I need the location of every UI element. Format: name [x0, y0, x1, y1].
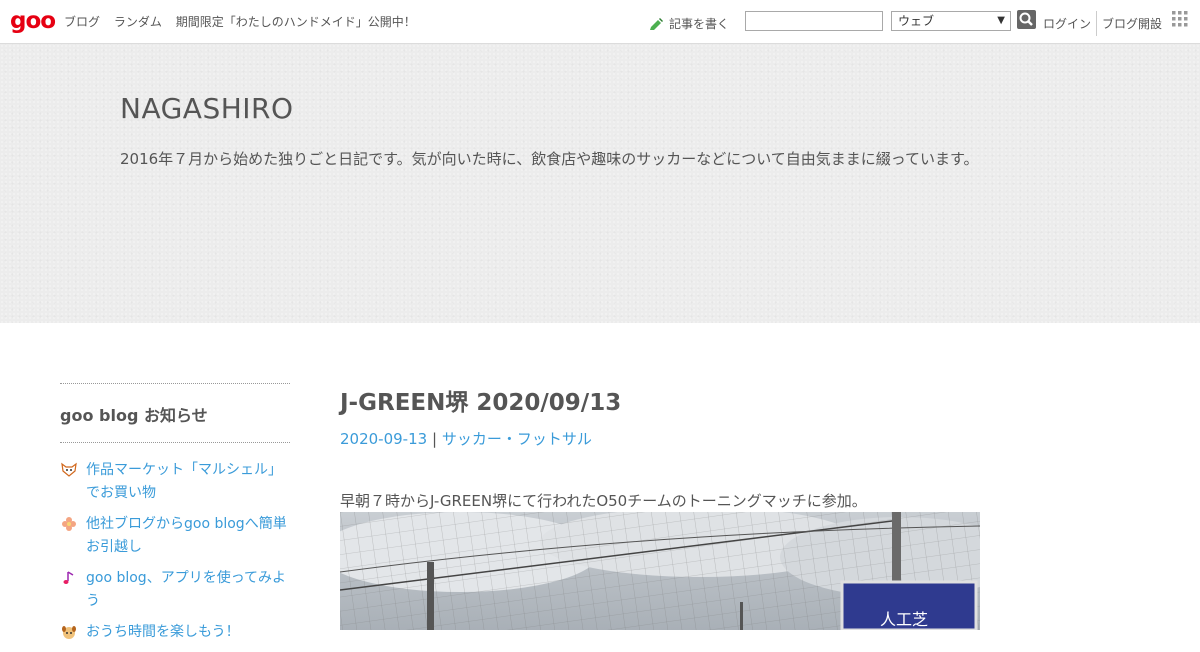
- blog-title[interactable]: NAGASHIRO: [120, 92, 294, 125]
- header-divider: [1096, 11, 1097, 36]
- blog-description: 2016年７月から始めた独りごと日記です。気が向いた時に、飲食店や趣味のサッカー…: [120, 150, 979, 168]
- login-link[interactable]: ログイン: [1043, 15, 1091, 32]
- music-note-icon: [60, 569, 78, 587]
- notice-item-home[interactable]: おうち時間を楽しもう！: [60, 621, 290, 644]
- notice-item-label: 他社ブログからgoo blogへ簡単お引越し: [86, 516, 287, 555]
- goo-logo[interactable]: goo: [10, 8, 56, 34]
- nav-link-blog[interactable]: ブログ: [64, 15, 100, 29]
- entry-category-link[interactable]: サッカー・フットサル: [442, 430, 592, 448]
- dropdown-arrow-icon: ▼: [997, 15, 1005, 26]
- global-header: goo ブログ ランダム 期間限定「わたしのハンドメイド」公開中！ 記事を書く …: [0, 0, 1200, 44]
- nav-link-campaign[interactable]: 期間限定「わたしのハンドメイド」公開中！: [176, 15, 416, 29]
- entry-title[interactable]: J-GREEN堺 2020/09/13: [340, 388, 980, 418]
- entry-body-text: 早朝７時からJ-GREEN堺にて行われたO50チームのトーニングマッチに参加。: [340, 492, 867, 510]
- notice-item-label: おうち時間を楽しもう！: [86, 624, 240, 640]
- sidebar: goo blog お知らせ 作品マーケット「マルシェル」でお買い物 他社ブログか…: [60, 383, 290, 652]
- fox-icon: [60, 461, 78, 479]
- notice-item-migration[interactable]: 他社ブログからgoo blogへ簡単お引越し: [60, 513, 290, 559]
- notice-item-label: 作品マーケット「マルシェル」でお買い物: [86, 462, 282, 501]
- search-icon: [1019, 12, 1033, 26]
- nav-link-random[interactable]: ランダム: [114, 15, 162, 29]
- sidebar-section-title: goo blog お知らせ: [60, 406, 208, 425]
- notice-list: 作品マーケット「マルシェル」でお買い物 他社ブログからgoo blogへ簡単お引…: [60, 459, 290, 644]
- search-scope-value: ウェブ: [898, 14, 935, 28]
- search-input[interactable]: [745, 11, 883, 31]
- meta-separator: |: [431, 430, 438, 448]
- search-scope-select[interactable]: ウェブ ▼: [891, 11, 1011, 31]
- entry-meta: 2020-09-13 | サッカー・フットサル: [340, 428, 980, 449]
- notice-item-app[interactable]: goo blog、アプリを使ってみよう: [60, 567, 290, 613]
- search-button[interactable]: [1017, 10, 1036, 29]
- entry-photo[interactable]: 人工芝: [340, 512, 980, 630]
- notice-item-marche[interactable]: 作品マーケット「マルシェル」でお買い物: [60, 459, 290, 505]
- pencil-icon: [650, 17, 663, 30]
- field-photo-image: 人工芝: [340, 512, 980, 630]
- entry-main: J-GREEN堺 2020/09/13 2020-09-13 | サッカー・フッ…: [340, 388, 980, 630]
- blog-header: NAGASHIRO 2016年７月から始めた独りごと日記です。気が向いた時に、飲…: [0, 44, 1200, 323]
- photo-sign-text: 人工芝: [880, 610, 928, 629]
- dog-icon: [60, 623, 78, 641]
- apps-grid-icon[interactable]: [1172, 11, 1188, 27]
- flower-icon: [60, 515, 78, 533]
- write-article-label: 記事を書く: [669, 17, 730, 31]
- open-blog-link[interactable]: ブログ開設: [1102, 15, 1162, 32]
- notice-item-label: goo blog、アプリを使ってみよう: [86, 570, 286, 609]
- entry-date-link[interactable]: 2020-09-13: [340, 430, 427, 448]
- write-article-link[interactable]: 記事を書く: [649, 15, 729, 32]
- global-nav: ブログ ランダム 期間限定「わたしのハンドメイド」公開中！: [64, 13, 426, 30]
- sidebar-divider-bottom: [60, 442, 290, 443]
